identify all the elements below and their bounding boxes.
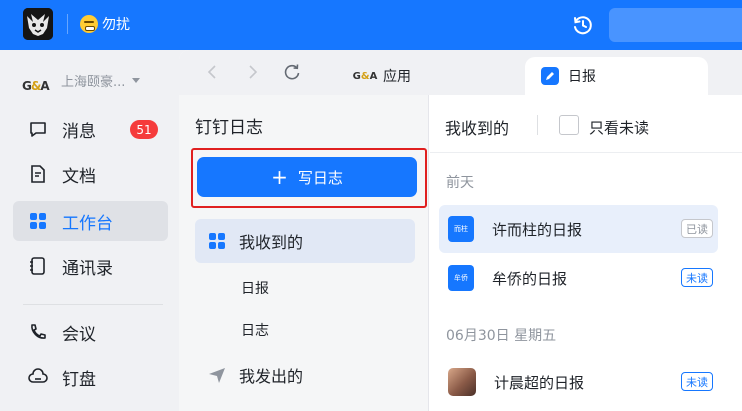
report-title: 许而柱的日报 [492,220,583,239]
list-divider [430,152,742,153]
tab-label: 应用 [383,69,411,85]
tab-strip: G & A 应用 日报 [179,50,742,95]
plus-icon: + [271,165,288,189]
status-badge: 未读 [681,268,713,287]
app-logo-small: G & A [352,70,378,82]
menu-label: 我收到的 [239,233,304,252]
menu-label: 我发出的 [239,367,304,386]
org-switcher[interactable]: G & A 上海颐豪... [22,67,141,93]
send-icon [207,365,227,385]
dnd-status[interactable]: 勿扰 [80,13,130,35]
left-nav: G & A 上海颐豪... 消息 51 文档 工作台 通讯录 会议 钉盘 [0,50,179,411]
journal-sidebar: 钉钉日志 + 写日志 我收到的 日报 日志 我发出的 [179,95,429,411]
unread-only-label[interactable]: 只看未读 [589,117,649,138]
workbench-icon [28,211,48,231]
nav-item-meeting[interactable]: 会议 [13,312,168,352]
write-button-highlight: + 写日志 [191,148,427,208]
list-item[interactable]: 牟侨 牟侨的日报 未读 [439,254,718,302]
back-icon[interactable] [204,63,222,81]
global-search-input[interactable] [609,8,742,42]
journal-title: 钉钉日志 [195,118,263,138]
unread-badge: 51 [130,120,158,139]
contacts-icon [28,256,48,276]
org-name: 上海颐豪... [61,74,126,90]
status-badge: 已读 [681,219,713,238]
chat-icon [28,119,48,139]
unread-only-checkbox[interactable] [559,115,579,135]
tab-label: 日报 [568,69,596,85]
nav-item-workbench[interactable]: 工作台 [13,201,168,241]
report-title: 计晨超的日报 [494,373,585,392]
nav-item-messages[interactable]: 消息 51 [13,109,168,149]
group-label: 前天 [446,175,474,191]
list-header: 我收到的 [445,119,510,138]
write-log-button[interactable]: + 写日志 [197,157,417,197]
avatar: 而柱 [448,216,474,242]
tab-apps[interactable]: G & A 应用 [352,57,411,95]
history-icon[interactable] [571,13,595,37]
nav-label: 工作台 [62,213,113,234]
status-badge: 未读 [681,372,713,391]
nav-item-contacts[interactable]: 通讯录 [13,246,168,286]
forward-icon[interactable] [243,63,261,81]
caret-down-icon [132,77,141,83]
top-divider [67,14,68,34]
nav-label: 消息 [62,121,96,142]
submenu-daily[interactable]: 日报 [241,278,269,298]
submenu-log[interactable]: 日志 [241,320,269,340]
meeting-phone-icon [28,322,48,342]
tab-daily-report[interactable]: 日报 [525,57,708,95]
nav-item-docs[interactable]: 文档 [13,154,168,194]
write-log-label: 写日志 [297,168,343,187]
menu-received[interactable]: 我收到的 [195,219,415,263]
group-label: 06月30日 星期五 [446,328,557,344]
dnd-emoji-icon [80,15,98,33]
org-logo: G & A [22,79,50,93]
list-item[interactable]: 而柱 许而柱的日报 已读 [439,205,718,253]
dnd-label: 勿扰 [102,17,130,33]
report-list: 我收到的 只看未读 前天 而柱 许而柱的日报 已读 牟侨 牟侨的日报 未读 06… [430,95,742,411]
report-title: 牟侨的日报 [492,269,568,288]
list-item[interactable]: 计晨超的日报 未读 [439,358,718,406]
avatar: 牟侨 [448,265,474,291]
menu-sent[interactable]: 我发出的 [195,353,415,397]
refresh-icon[interactable] [283,63,301,81]
nav-label: 钉盘 [62,369,96,390]
daily-report-icon [540,66,560,86]
avatar [448,368,476,396]
nav-item-cloud-disk[interactable]: 钉盘 [13,357,168,397]
nav-label: 会议 [62,324,96,345]
content-area: G & A 应用 日报 钉钉日志 + 写日志 我收到的 日报 日志 我发出的 我… [179,50,742,411]
nav-divider [23,304,163,305]
grid-icon [207,231,227,251]
cloud-disk-icon [28,367,48,387]
top-bar: 勿扰 [0,0,742,50]
nav-label: 文档 [62,166,96,187]
app-logo[interactable] [23,8,53,40]
nav-label: 通讯录 [62,258,113,279]
header-separator [537,115,538,135]
document-icon [28,164,48,184]
